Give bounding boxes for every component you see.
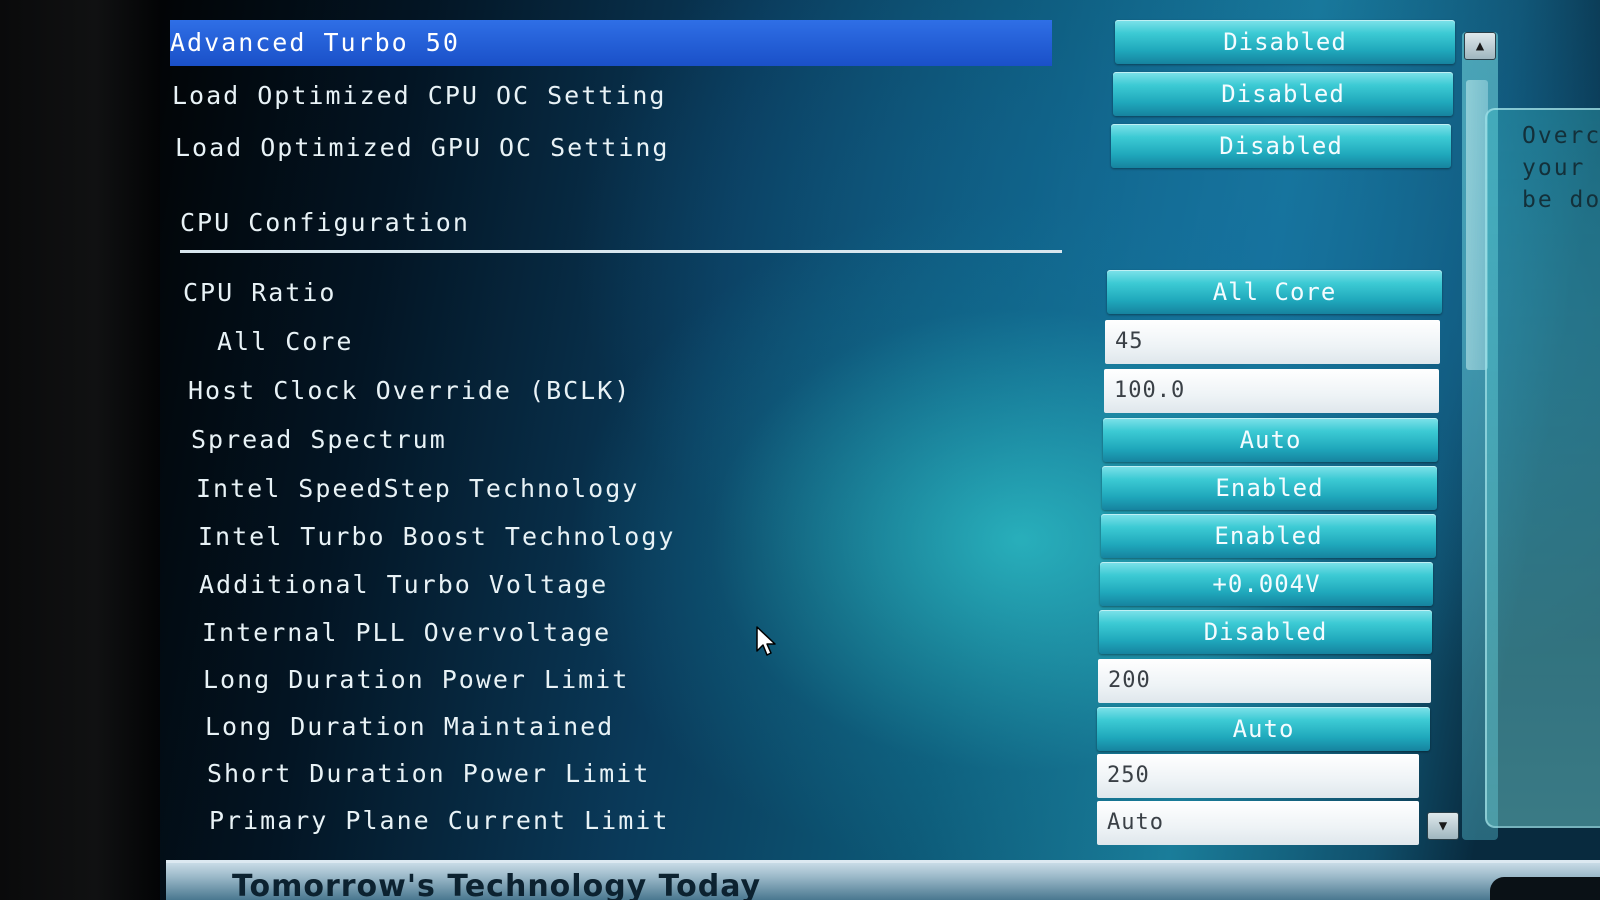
cpu-ratio-button[interactable]: All Core: [1107, 270, 1442, 314]
spread-spectrum-button[interactable]: Auto: [1103, 418, 1438, 462]
additional-turbo-voltage-label: Additional Turbo Voltage: [199, 570, 609, 599]
additional-turbo-voltage-button[interactable]: +0.004V: [1100, 562, 1433, 606]
load-optimized-cpu-oc-button[interactable]: Disabled: [1113, 72, 1453, 116]
host-clock-override-field[interactable]: 100.0: [1104, 369, 1439, 413]
internal-pll-overvoltage-label: Internal PLL Overvoltage: [202, 618, 612, 647]
load-optimized-gpu-oc-button[interactable]: Disabled: [1111, 124, 1451, 168]
spread-spectrum-label: Spread Spectrum: [191, 425, 447, 454]
long-duration-power-limit-field[interactable]: 200: [1098, 659, 1431, 703]
advanced-turbo-label: Advanced Turbo 50: [170, 28, 460, 57]
scroll-up-arrow-icon[interactable]: ▲: [1464, 32, 1496, 60]
footer-corner: [1490, 877, 1600, 900]
intel-turbo-boost-label: Intel Turbo Boost Technology: [198, 522, 676, 551]
primary-plane-current-limit-label: Primary Plane Current Limit: [209, 806, 670, 835]
mouse-pointer-icon: [756, 626, 776, 656]
long-duration-maintained-label: Long Duration Maintained: [205, 712, 615, 741]
cpu-ratio-label: CPU Ratio: [183, 278, 337, 307]
selected-row-highlight[interactable]: Advanced Turbo 50: [170, 20, 1052, 66]
short-duration-power-limit-field[interactable]: 250: [1097, 754, 1419, 798]
advanced-turbo-value-button[interactable]: Disabled: [1115, 20, 1455, 64]
footer-bar: Tomorrow's Technology Today: [166, 860, 1600, 900]
intel-speedstep-label: Intel SpeedStep Technology: [196, 474, 640, 503]
primary-plane-current-limit-field[interactable]: Auto: [1097, 801, 1419, 845]
section-divider: [180, 250, 1062, 253]
help-panel: [1485, 108, 1600, 828]
intel-turbo-boost-button[interactable]: Enabled: [1101, 514, 1436, 558]
long-duration-power-limit-label: Long Duration Power Limit: [203, 665, 630, 694]
short-duration-power-limit-label: Short Duration Power Limit: [207, 759, 651, 788]
footer-tagline: Tomorrow's Technology Today: [232, 869, 762, 900]
all-core-field[interactable]: 45: [1105, 320, 1440, 364]
cpu-configuration-heading: CPU Configuration: [180, 208, 470, 237]
scroll-down-arrow-icon[interactable]: ▼: [1427, 812, 1459, 840]
all-core-label: All Core: [217, 327, 354, 356]
help-description: Overc your be do: [1522, 123, 1600, 213]
load-optimized-gpu-oc-label: Load Optimized GPU OC Setting: [175, 133, 670, 162]
intel-speedstep-button[interactable]: Enabled: [1102, 466, 1437, 510]
internal-pll-overvoltage-button[interactable]: Disabled: [1099, 610, 1432, 654]
long-duration-maintained-button[interactable]: Auto: [1097, 707, 1430, 751]
load-optimized-cpu-oc-label: Load Optimized CPU OC Setting: [172, 81, 667, 110]
host-clock-override-label: Host Clock Override (BCLK): [188, 376, 632, 405]
monitor-bezel: [0, 0, 160, 900]
